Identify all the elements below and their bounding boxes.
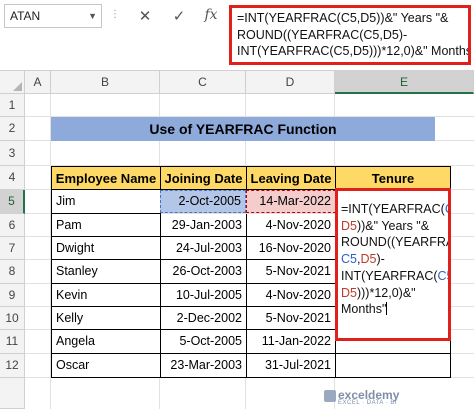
insert-function-icon[interactable]: fx [202,7,220,23]
column-header-b[interactable]: B [51,70,160,94]
watermark-tagline: EXCEL · DATA · BI [338,400,398,406]
row-header-6[interactable]: 6 [0,214,25,237]
cell-joining-date[interactable]: 5-Oct-2005 [160,330,247,354]
column-header-e[interactable]: E [335,70,474,94]
formula-bar-area: ATAN ▼ ⋮ ✕ ✓ fx =INT(YEARFRAC(C5,D5))&" … [0,0,474,67]
cell-joining-date[interactable]: 26-Oct-2003 [160,260,247,284]
cell-joining-date[interactable]: 10-Jul-2005 [160,284,247,307]
row-header-12[interactable]: 12 [0,354,25,378]
row-header-3[interactable]: 3 [0,141,25,166]
row-header-5[interactable]: 5 [0,190,25,214]
header-tenure[interactable]: Tenure [335,166,451,190]
sheet-title[interactable]: Use of YEARFRAC Function [51,117,435,141]
name-box-value: ATAN [10,9,41,23]
column-header-c[interactable]: C [160,70,246,94]
column-header-d[interactable]: D [246,70,335,94]
cell-name[interactable]: Kelly [51,307,161,330]
cell-leaving-date[interactable]: 4-Nov-2020 [246,284,336,307]
row-header-2[interactable]: 2 [0,117,25,141]
header-employee-name[interactable]: Employee Name [51,166,161,190]
cell-joining-date-selected[interactable]: 2-Oct-2005 [160,190,246,213]
cell-leaving-date[interactable]: 16-Nov-2020 [246,237,336,260]
enter-icon[interactable]: ✓ [170,7,188,25]
cell-name[interactable]: Angela [51,330,161,354]
cancel-icon[interactable]: ✕ [136,7,154,25]
cell-name[interactable]: Dwight [51,237,161,260]
header-joining-date[interactable]: Joining Date [160,166,247,190]
cell-tenure[interactable] [335,354,451,378]
cell-name[interactable]: Kevin [51,284,161,307]
cell-joining-date[interactable]: 29-Jan-2003 [160,214,247,237]
row-header-9[interactable]: 9 [0,284,25,307]
name-box[interactable]: ATAN ▼ [4,4,102,28]
text-cursor [386,302,388,316]
select-all-button[interactable] [0,70,25,94]
cell-reference-d5: D5 [341,218,357,233]
exceldemy-logo-icon [324,390,336,402]
cell-leaving-date[interactable]: 5-Nov-2021 [246,260,336,284]
cell-name[interactable]: Pam [51,214,161,237]
formula-part: =INT(YEARFRAC( [341,202,445,216]
formula-input[interactable]: =INT(YEARFRAC(C5,D5))&" Years "& ROUND((… [229,5,471,65]
cell-reference-c5: C5 [445,202,448,216]
cell-joining-date[interactable]: 2-Dec-2002 [160,307,247,330]
row-header-8[interactable]: 8 [0,260,25,284]
chevron-down-icon[interactable]: ▼ [88,5,97,27]
cell-reference-d5: D5 [360,252,377,267]
cell-reference-c5: C5 [341,252,357,267]
row-header-7[interactable]: 7 [0,237,25,260]
watermark: exceldemy EXCEL · DATA · BI [338,388,399,406]
select-all-triangle-icon [13,82,22,91]
cell-name[interactable]: Jim [51,190,161,214]
cell-reference-d5: D5 [341,285,357,300]
cell-name[interactable]: Oscar [51,354,161,378]
header-leaving-date[interactable]: Leaving Date [246,166,336,190]
formula-bar-grip-icon: ⋮ [110,9,120,20]
cell-joining-date[interactable]: 23-Mar-2003 [160,354,247,378]
cell-leaving-date[interactable]: 4-Nov-2020 [246,214,336,237]
row-header-10[interactable]: 10 [0,307,25,330]
cell-name[interactable]: Stanley [51,260,161,284]
cell-leaving-date-selected[interactable]: 14-Mar-2022 [246,190,336,213]
cell-joining-date[interactable]: 24-Jul-2003 [160,237,247,260]
cell-reference-c5: C5 [437,268,448,283]
row-header-13[interactable] [0,378,25,409]
tenure-cell-editor[interactable]: =INT(YEARFRAC(C5, D5))&" Years "& ROUND(… [335,188,451,341]
row-header-1[interactable]: 1 [0,94,25,117]
cell-leaving-date[interactable]: 5-Nov-2021 [246,307,336,330]
column-header-a[interactable]: A [25,70,51,94]
cell-leaving-date[interactable]: 11-Jan-2022 [246,330,336,354]
row-header-4[interactable]: 4 [0,166,25,190]
cell-leaving-date[interactable]: 31-Jul-2021 [246,354,336,378]
formula-part: ))&" Years "& ROUND((YEARFRAC( [341,218,448,250]
row-header-11[interactable]: 11 [0,330,25,354]
